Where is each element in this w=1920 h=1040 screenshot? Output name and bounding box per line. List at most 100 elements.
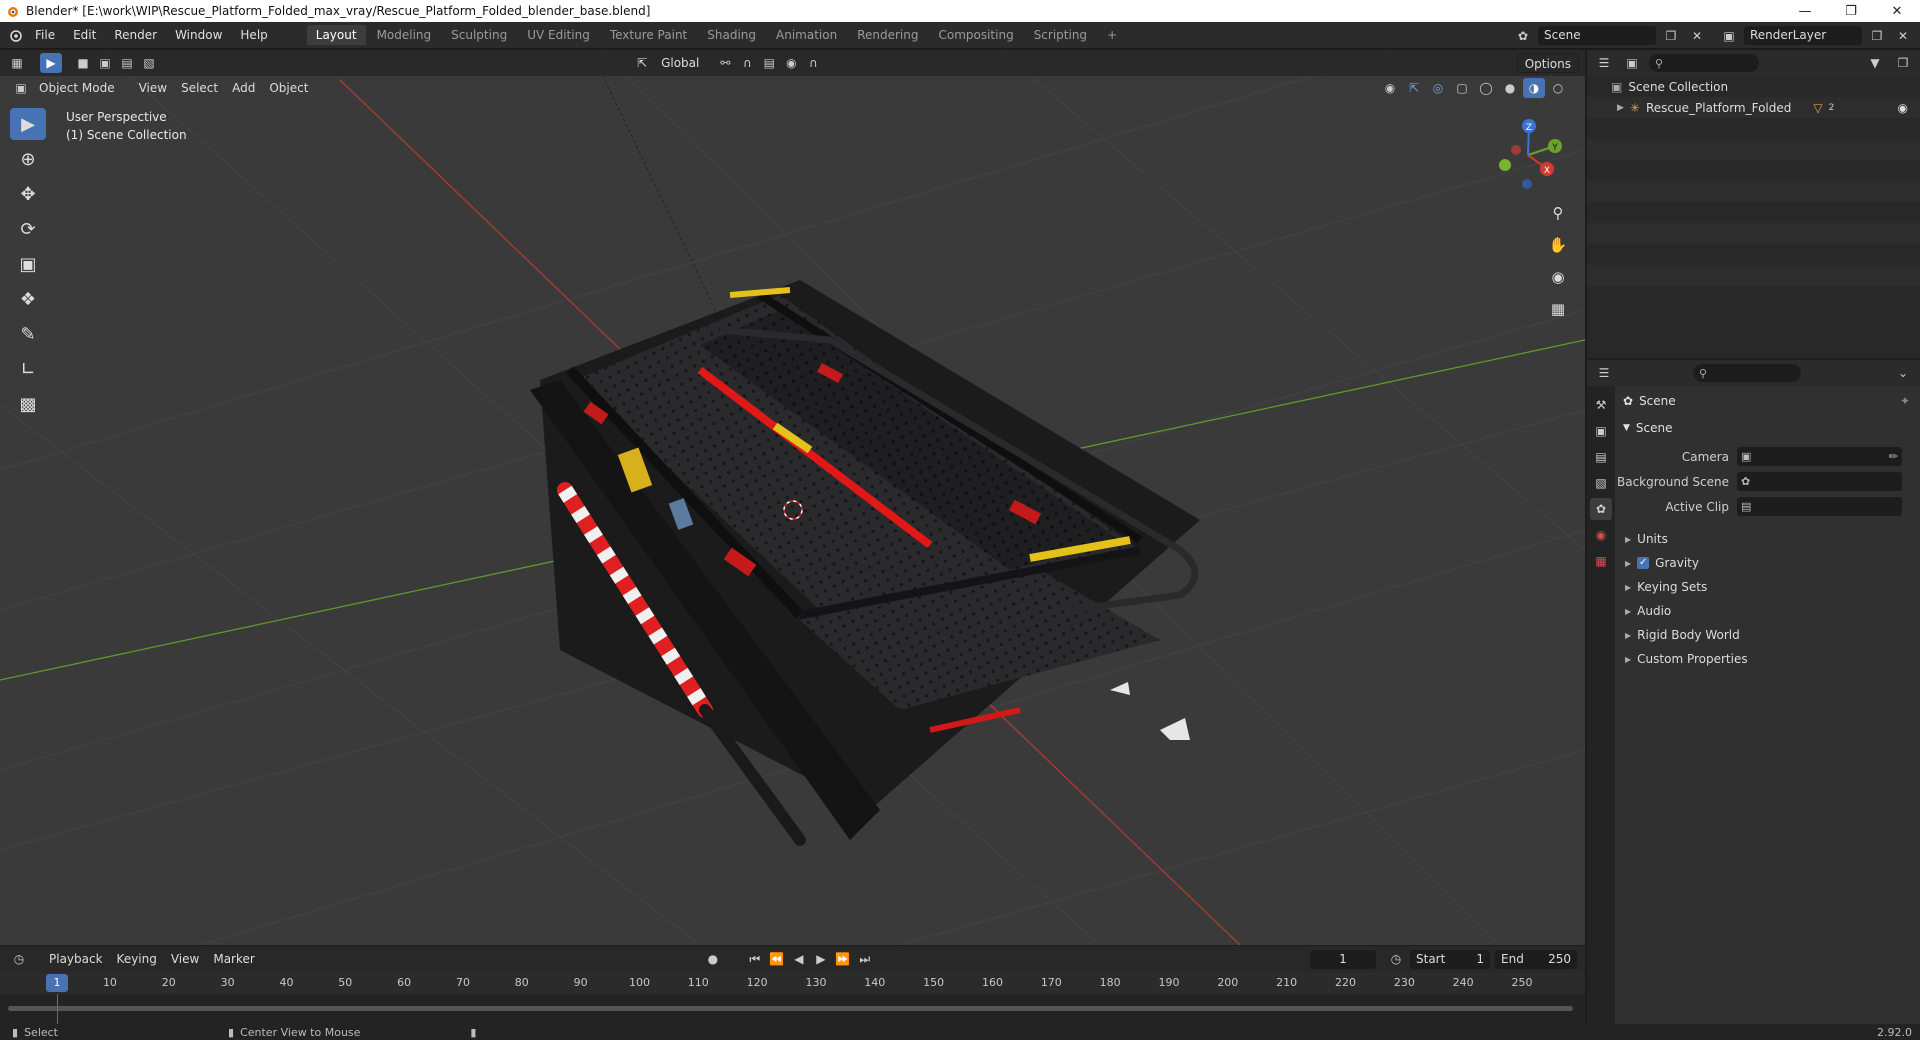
menu-edit[interactable]: Edit	[64, 24, 105, 46]
scene-section-header[interactable]: ▼ Scene	[1615, 416, 1920, 440]
rendered-shading-icon[interactable]: ○	[1547, 78, 1569, 98]
gravity-panel-header[interactable]: ▶ ✓ Gravity	[1615, 551, 1920, 575]
new-view-layer-icon[interactable]: ❐	[1866, 26, 1888, 46]
record-icon[interactable]: ●	[702, 949, 724, 969]
tab-rendering[interactable]: Rendering	[848, 25, 927, 45]
move-tool-icon[interactable]: ✥	[10, 178, 46, 210]
new-collection-icon[interactable]: ❐	[1892, 53, 1914, 73]
scale-tool-icon[interactable]: ▣	[10, 248, 46, 280]
tab-texture-paint[interactable]: Texture Paint	[601, 25, 696, 45]
timeline-track[interactable]	[0, 994, 1585, 1024]
pin-icon[interactable]: ✦	[1900, 394, 1910, 408]
gravity-checkbox[interactable]: ✓	[1637, 557, 1650, 569]
snap-target-icon[interactable]: ▤	[758, 53, 780, 73]
timeline-ruler[interactable]: 1 10 20 30 40 50 60 70 80 90 100 110 120 130 140 150 160…	[0, 972, 1585, 994]
properties-search-input[interactable]: ⚲	[1693, 364, 1801, 382]
xray-icon[interactable]: ▢	[1451, 78, 1473, 98]
jump-keyframe-forward-icon[interactable]: ⏩	[832, 949, 854, 969]
camera-field[interactable]: ▣ ✏	[1737, 447, 1902, 466]
editor-type-icon[interactable]: ▦	[6, 53, 28, 73]
tab-layout[interactable]: Layout	[306, 25, 366, 45]
transform-tool-icon[interactable]: ❖	[10, 283, 46, 315]
tab-sculpting[interactable]: Sculpting	[442, 25, 516, 45]
custom-properties-panel-header[interactable]: ▶ Custom Properties	[1615, 647, 1920, 671]
overlays-icon[interactable]: ◎	[1427, 78, 1449, 98]
viewport-menu-object[interactable]: Object	[262, 78, 315, 98]
outliner-root-row[interactable]: ▣ Scene Collection	[1587, 76, 1920, 97]
gizmos-icon[interactable]: ⇱	[1403, 78, 1425, 98]
output-tab-icon[interactable]: ▤	[1590, 446, 1612, 468]
delete-view-layer-icon[interactable]: ✕	[1892, 26, 1914, 46]
properties-editor-icon[interactable]: ☰	[1593, 363, 1615, 383]
pivot-point-icon[interactable]: ⚯	[714, 53, 736, 73]
blender-menu-icon[interactable]	[4, 25, 26, 45]
eyedropper-icon[interactable]: ✏	[1889, 450, 1898, 463]
add-cube-tool-icon[interactable]: ▩	[10, 388, 46, 420]
menu-file[interactable]: File	[26, 24, 64, 46]
scene-selector[interactable]: Scene	[1538, 26, 1656, 45]
object-mode-dropdown[interactable]: Object Mode	[32, 78, 122, 98]
active-clip-field[interactable]: ▤	[1737, 497, 1902, 516]
visibility-eye-icon[interactable]: ◉	[1898, 101, 1908, 115]
select-box-icon[interactable]: ▶	[40, 53, 62, 73]
menu-help[interactable]: Help	[231, 24, 276, 46]
stopwatch-icon[interactable]: ◷	[1385, 949, 1407, 969]
snap-icon[interactable]: ∩	[736, 53, 758, 73]
view-layer-selector[interactable]: RenderLayer	[1744, 26, 1862, 45]
units-panel-header[interactable]: ▶ Units	[1615, 527, 1920, 551]
mode-subtract-icon[interactable]: ▤	[116, 53, 138, 73]
pan-hand-icon[interactable]: ✋	[1545, 232, 1571, 258]
render-tab-icon[interactable]: ▣	[1590, 420, 1612, 442]
select-tool-icon[interactable]: ▶	[10, 108, 46, 140]
viewport-menu-select[interactable]: Select	[174, 78, 225, 98]
tab-modeling[interactable]: Modeling	[368, 25, 441, 45]
play-icon[interactable]: ▶	[810, 949, 832, 969]
play-reverse-icon[interactable]: ◀	[788, 949, 810, 969]
timeline-menu-view[interactable]: View	[164, 949, 206, 969]
falloff-icon[interactable]: ∩	[802, 53, 824, 73]
audio-panel-header[interactable]: ▶ Audio	[1615, 599, 1920, 623]
timeline-menu-keying[interactable]: Keying	[110, 949, 164, 969]
menu-window[interactable]: Window	[166, 24, 231, 46]
outliner-item-row[interactable]: ▶ ✳ Rescue_Platform_Folded ▽ 2 ◉	[1587, 97, 1920, 118]
zoom-icon[interactable]: ⚲	[1545, 200, 1571, 226]
current-frame-indicator[interactable]: 1	[46, 974, 68, 992]
texture-tab-icon[interactable]: ▦	[1590, 550, 1612, 572]
tab-compositing[interactable]: Compositing	[929, 25, 1022, 45]
material-shading-icon[interactable]: ◑	[1523, 78, 1545, 98]
visibility-icon[interactable]: ◉	[1379, 78, 1401, 98]
rigid-body-world-panel-header[interactable]: ▶ Rigid Body World	[1615, 623, 1920, 647]
3d-viewport[interactable]: ▦ ▶ ■ ▣ ▤ ▧ ⇱ Global ⚯ ∩ ▤ ◉ ∩ Options ▣…	[0, 50, 1585, 945]
display-mode-icon[interactable]: ▣	[1621, 53, 1643, 73]
minimize-button[interactable]: —	[1782, 0, 1828, 22]
timeline-menu-playback[interactable]: Playback	[42, 949, 110, 969]
scene-tab-icon[interactable]: ✿	[1590, 498, 1612, 520]
measure-tool-icon[interactable]: ∟	[10, 353, 46, 385]
viewport-scene[interactable]	[0, 50, 1585, 945]
viewport-menu-view[interactable]: View	[132, 78, 174, 98]
annotate-tool-icon[interactable]: ✎	[10, 318, 46, 350]
menu-render[interactable]: Render	[105, 24, 166, 46]
timeline-menu-marker[interactable]: Marker	[206, 949, 261, 969]
view-layer-tab-icon[interactable]: ▧	[1590, 472, 1612, 494]
new-scene-icon[interactable]: ❐	[1660, 26, 1682, 46]
current-frame-field[interactable]: 1	[1310, 949, 1376, 969]
background-scene-field[interactable]: ✿	[1737, 472, 1902, 491]
mode-new-icon[interactable]: ■	[72, 53, 94, 73]
tab-uv-editing[interactable]: UV Editing	[518, 25, 599, 45]
timeline-scrollbar[interactable]	[8, 1006, 1573, 1011]
mode-extend-icon[interactable]: ▣	[94, 53, 116, 73]
close-window-button[interactable]: ✕	[1874, 0, 1920, 22]
navigation-gizmo[interactable]: Y X Z	[1483, 110, 1573, 200]
start-frame-field[interactable]: Start 1	[1410, 949, 1490, 969]
jump-end-icon[interactable]: ⏭	[854, 949, 876, 969]
rotate-tool-icon[interactable]: ⟳	[10, 213, 46, 245]
delete-scene-icon[interactable]: ✕	[1686, 26, 1708, 46]
mode-intersect-icon[interactable]: ▧	[138, 53, 160, 73]
transform-orientation-dropdown[interactable]: Global	[654, 53, 706, 73]
options-dropdown[interactable]: Options	[1516, 53, 1579, 73]
cursor-tool-icon[interactable]: ⊕	[10, 143, 46, 175]
jump-start-icon[interactable]: ⏮	[744, 949, 766, 969]
outliner-search-input[interactable]: ⚲	[1649, 54, 1759, 72]
tool-tab-icon[interactable]: ⚒	[1590, 394, 1612, 416]
